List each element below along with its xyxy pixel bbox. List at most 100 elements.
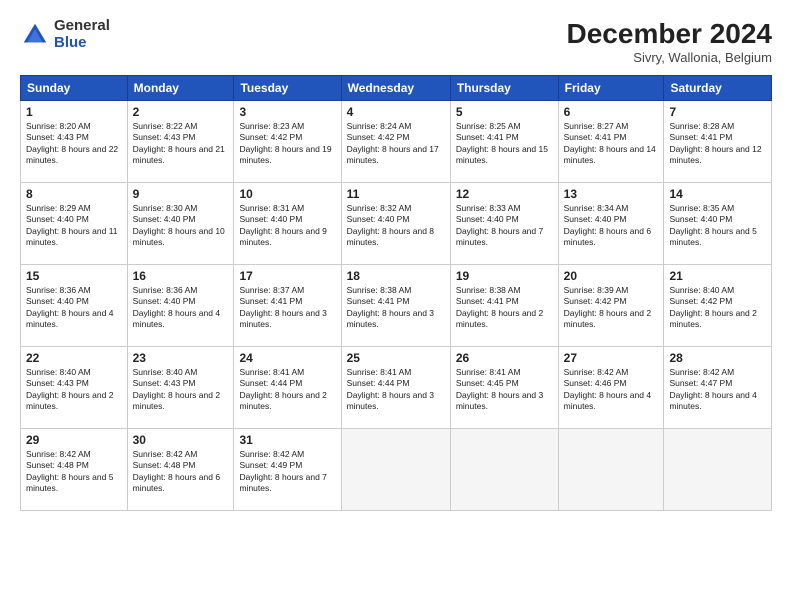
day-number: 15 [26, 269, 122, 283]
day-number: 9 [133, 187, 229, 201]
col-tuesday: Tuesday [234, 76, 341, 101]
col-saturday: Saturday [664, 76, 772, 101]
day-info: Sunrise: 8:40 AM Sunset: 4:43 PM Dayligh… [26, 367, 122, 413]
day-info: Sunrise: 8:29 AM Sunset: 4:40 PM Dayligh… [26, 203, 122, 249]
calendar-cell: 15 Sunrise: 8:36 AM Sunset: 4:40 PM Dayl… [21, 265, 128, 347]
calendar-cell: 10 Sunrise: 8:31 AM Sunset: 4:40 PM Dayl… [234, 183, 341, 265]
day-info: Sunrise: 8:23 AM Sunset: 4:42 PM Dayligh… [239, 121, 335, 167]
day-info: Sunrise: 8:31 AM Sunset: 4:40 PM Dayligh… [239, 203, 335, 249]
col-sunday: Sunday [21, 76, 128, 101]
day-number: 16 [133, 269, 229, 283]
calendar-cell: 13 Sunrise: 8:34 AM Sunset: 4:40 PM Dayl… [558, 183, 664, 265]
calendar-cell: 26 Sunrise: 8:41 AM Sunset: 4:45 PM Dayl… [450, 347, 558, 429]
calendar-week-3: 22 Sunrise: 8:40 AM Sunset: 4:43 PM Dayl… [21, 347, 772, 429]
calendar-cell: 14 Sunrise: 8:35 AM Sunset: 4:40 PM Dayl… [664, 183, 772, 265]
day-number: 13 [564, 187, 659, 201]
day-number: 14 [669, 187, 766, 201]
day-number: 17 [239, 269, 335, 283]
day-info: Sunrise: 8:36 AM Sunset: 4:40 PM Dayligh… [133, 285, 229, 331]
day-number: 2 [133, 105, 229, 119]
day-number: 31 [239, 433, 335, 447]
calendar-cell: 9 Sunrise: 8:30 AM Sunset: 4:40 PM Dayli… [127, 183, 234, 265]
day-info: Sunrise: 8:42 AM Sunset: 4:46 PM Dayligh… [564, 367, 659, 413]
calendar-cell: 8 Sunrise: 8:29 AM Sunset: 4:40 PM Dayli… [21, 183, 128, 265]
calendar-cell: 24 Sunrise: 8:41 AM Sunset: 4:44 PM Dayl… [234, 347, 341, 429]
calendar-cell: 18 Sunrise: 8:38 AM Sunset: 4:41 PM Dayl… [341, 265, 450, 347]
calendar-table: Sunday Monday Tuesday Wednesday Thursday… [20, 75, 772, 511]
day-info: Sunrise: 8:38 AM Sunset: 4:41 PM Dayligh… [347, 285, 445, 331]
day-number: 23 [133, 351, 229, 365]
logo-text: General Blue [54, 18, 110, 51]
day-info: Sunrise: 8:25 AM Sunset: 4:41 PM Dayligh… [456, 121, 553, 167]
col-thursday: Thursday [450, 76, 558, 101]
day-number: 3 [239, 105, 335, 119]
col-friday: Friday [558, 76, 664, 101]
day-info: Sunrise: 8:33 AM Sunset: 4:40 PM Dayligh… [456, 203, 553, 249]
day-info: Sunrise: 8:40 AM Sunset: 4:42 PM Dayligh… [669, 285, 766, 331]
day-number: 26 [456, 351, 553, 365]
calendar-cell: 12 Sunrise: 8:33 AM Sunset: 4:40 PM Dayl… [450, 183, 558, 265]
calendar-week-2: 15 Sunrise: 8:36 AM Sunset: 4:40 PM Dayl… [21, 265, 772, 347]
logo-general-text: General [54, 18, 110, 35]
day-info: Sunrise: 8:28 AM Sunset: 4:41 PM Dayligh… [669, 121, 766, 167]
day-info: Sunrise: 8:20 AM Sunset: 4:43 PM Dayligh… [26, 121, 122, 167]
day-info: Sunrise: 8:41 AM Sunset: 4:44 PM Dayligh… [239, 367, 335, 413]
calendar-cell: 1 Sunrise: 8:20 AM Sunset: 4:43 PM Dayli… [21, 101, 128, 183]
month-title: December 2024 [567, 18, 772, 50]
day-number: 19 [456, 269, 553, 283]
calendar-cell: 4 Sunrise: 8:24 AM Sunset: 4:42 PM Dayli… [341, 101, 450, 183]
page: General Blue December 2024 Sivry, Wallon… [0, 0, 792, 612]
day-number: 22 [26, 351, 122, 365]
calendar-cell [664, 429, 772, 511]
col-wednesday: Wednesday [341, 76, 450, 101]
day-info: Sunrise: 8:39 AM Sunset: 4:42 PM Dayligh… [564, 285, 659, 331]
calendar-cell [341, 429, 450, 511]
calendar-week-0: 1 Sunrise: 8:20 AM Sunset: 4:43 PM Dayli… [21, 101, 772, 183]
calendar-week-4: 29 Sunrise: 8:42 AM Sunset: 4:48 PM Dayl… [21, 429, 772, 511]
day-number: 11 [347, 187, 445, 201]
calendar-cell: 31 Sunrise: 8:42 AM Sunset: 4:49 PM Dayl… [234, 429, 341, 511]
day-info: Sunrise: 8:30 AM Sunset: 4:40 PM Dayligh… [133, 203, 229, 249]
day-number: 30 [133, 433, 229, 447]
day-info: Sunrise: 8:27 AM Sunset: 4:41 PM Dayligh… [564, 121, 659, 167]
calendar-cell: 20 Sunrise: 8:39 AM Sunset: 4:42 PM Dayl… [558, 265, 664, 347]
day-info: Sunrise: 8:24 AM Sunset: 4:42 PM Dayligh… [347, 121, 445, 167]
day-info: Sunrise: 8:42 AM Sunset: 4:48 PM Dayligh… [133, 449, 229, 495]
day-number: 27 [564, 351, 659, 365]
header: General Blue December 2024 Sivry, Wallon… [20, 18, 772, 65]
day-info: Sunrise: 8:41 AM Sunset: 4:44 PM Dayligh… [347, 367, 445, 413]
calendar-cell: 17 Sunrise: 8:37 AM Sunset: 4:41 PM Dayl… [234, 265, 341, 347]
calendar-cell [558, 429, 664, 511]
col-monday: Monday [127, 76, 234, 101]
logo-blue-text: Blue [54, 35, 110, 52]
day-info: Sunrise: 8:42 AM Sunset: 4:49 PM Dayligh… [239, 449, 335, 495]
subtitle: Sivry, Wallonia, Belgium [567, 50, 772, 65]
calendar-cell: 30 Sunrise: 8:42 AM Sunset: 4:48 PM Dayl… [127, 429, 234, 511]
day-number: 24 [239, 351, 335, 365]
day-number: 1 [26, 105, 122, 119]
day-info: Sunrise: 8:40 AM Sunset: 4:43 PM Dayligh… [133, 367, 229, 413]
calendar-cell: 16 Sunrise: 8:36 AM Sunset: 4:40 PM Dayl… [127, 265, 234, 347]
day-info: Sunrise: 8:42 AM Sunset: 4:47 PM Dayligh… [669, 367, 766, 413]
day-info: Sunrise: 8:42 AM Sunset: 4:48 PM Dayligh… [26, 449, 122, 495]
calendar-cell: 11 Sunrise: 8:32 AM Sunset: 4:40 PM Dayl… [341, 183, 450, 265]
day-number: 4 [347, 105, 445, 119]
day-number: 29 [26, 433, 122, 447]
calendar-header-row: Sunday Monday Tuesday Wednesday Thursday… [21, 76, 772, 101]
day-info: Sunrise: 8:38 AM Sunset: 4:41 PM Dayligh… [456, 285, 553, 331]
calendar-cell: 28 Sunrise: 8:42 AM Sunset: 4:47 PM Dayl… [664, 347, 772, 429]
day-number: 5 [456, 105, 553, 119]
calendar-cell: 7 Sunrise: 8:28 AM Sunset: 4:41 PM Dayli… [664, 101, 772, 183]
day-info: Sunrise: 8:22 AM Sunset: 4:43 PM Dayligh… [133, 121, 229, 167]
calendar-cell: 29 Sunrise: 8:42 AM Sunset: 4:48 PM Dayl… [21, 429, 128, 511]
logo-icon [20, 20, 50, 50]
day-number: 20 [564, 269, 659, 283]
title-block: December 2024 Sivry, Wallonia, Belgium [567, 18, 772, 65]
calendar-cell: 19 Sunrise: 8:38 AM Sunset: 4:41 PM Dayl… [450, 265, 558, 347]
day-number: 6 [564, 105, 659, 119]
day-number: 25 [347, 351, 445, 365]
calendar-cell: 27 Sunrise: 8:42 AM Sunset: 4:46 PM Dayl… [558, 347, 664, 429]
calendar-cell: 23 Sunrise: 8:40 AM Sunset: 4:43 PM Dayl… [127, 347, 234, 429]
calendar-cell: 2 Sunrise: 8:22 AM Sunset: 4:43 PM Dayli… [127, 101, 234, 183]
calendar-cell: 22 Sunrise: 8:40 AM Sunset: 4:43 PM Dayl… [21, 347, 128, 429]
